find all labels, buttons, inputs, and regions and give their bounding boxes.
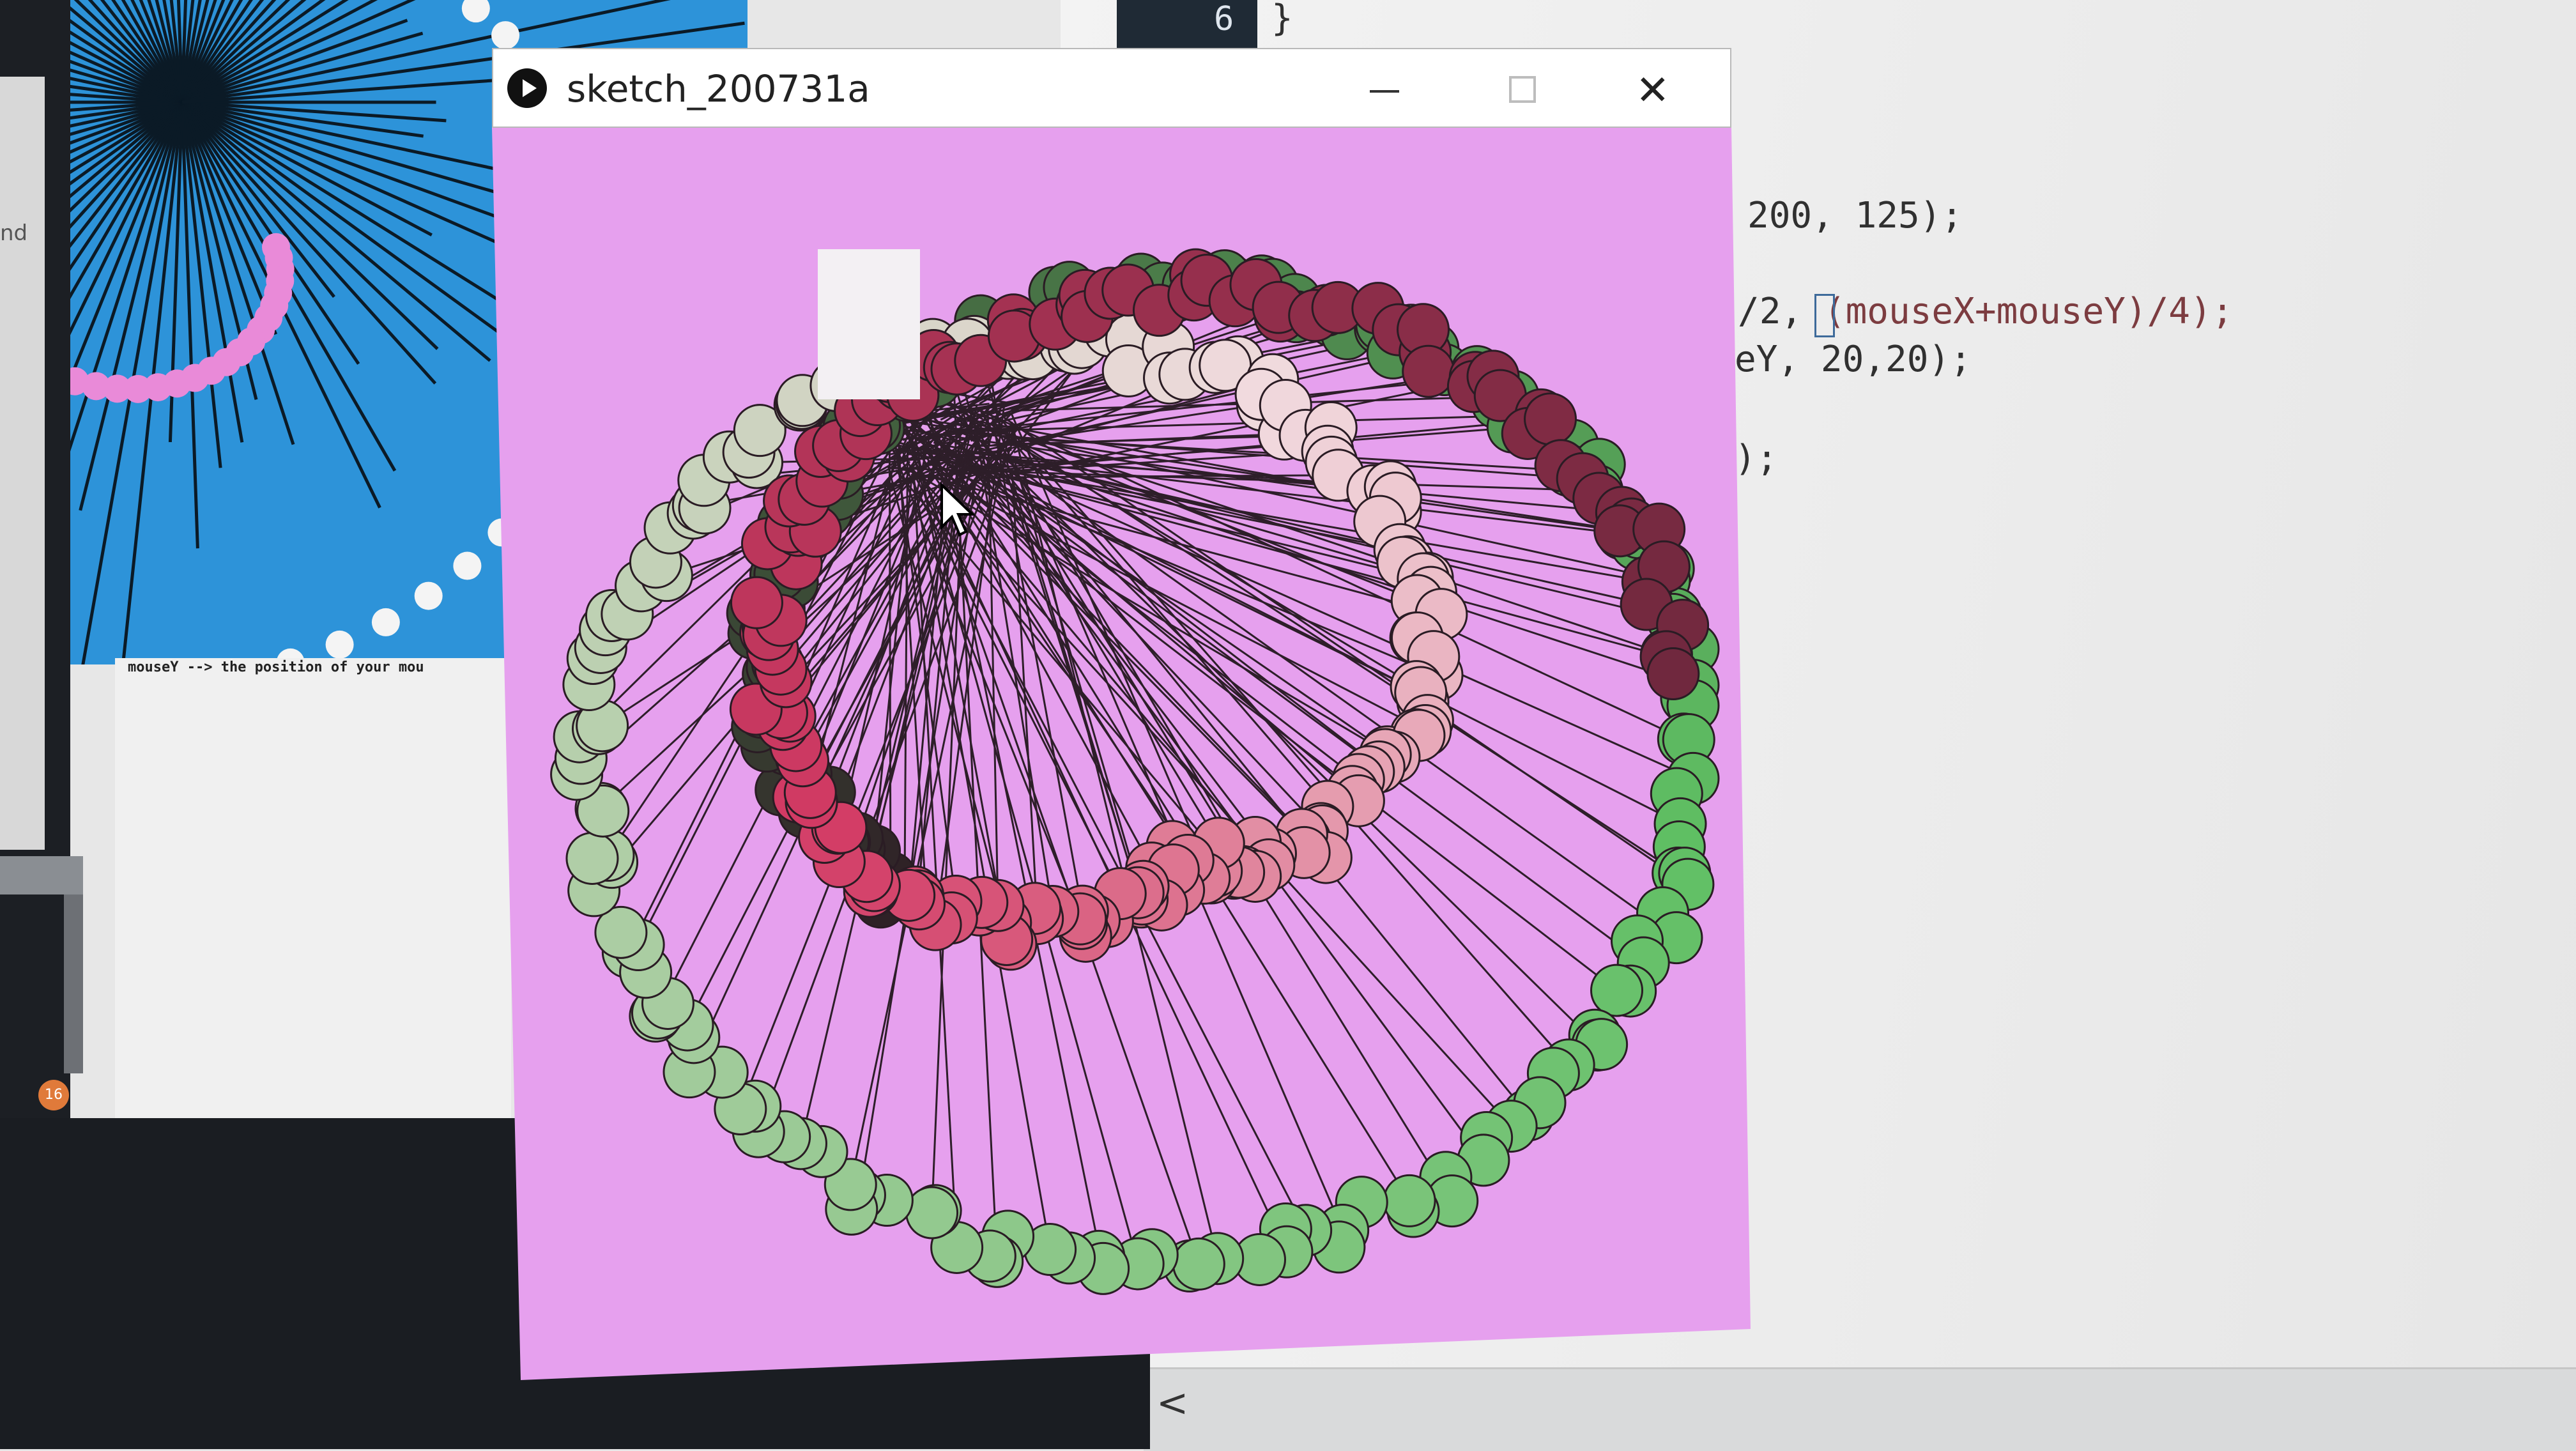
window-title: sketch_200731a [567, 67, 870, 111]
code-line-6[interactable]: } [1271, 0, 1293, 39]
sketch-canvas[interactable] [492, 128, 1751, 1380]
white-rectangle [818, 249, 920, 399]
close-button[interactable]: ✕ [1592, 49, 1720, 129]
editor-line-gutter [1117, 0, 1257, 48]
maximize-icon [1509, 76, 1536, 103]
code-line-b-args: (mouseX+mouseY)/4); [1823, 291, 2234, 332]
code-line-b-prefix: /2, [1738, 291, 1824, 332]
side-scrollbar[interactable] [64, 894, 83, 1073]
console-panel: mouseY --> the position of your mou [115, 658, 511, 1118]
close-icon: ✕ [1636, 67, 1670, 114]
mouse-pointer-icon [940, 482, 976, 537]
code-line-c[interactable]: eY, 20,20); [1735, 339, 1972, 380]
sketch-drawing [550, 248, 1720, 1295]
side-label: nd [0, 220, 28, 246]
maximize-button[interactable] [1458, 49, 1586, 129]
side-toolbar [0, 856, 83, 894]
minimize-button[interactable] [1317, 49, 1445, 129]
code-line-a[interactable]: 200, 125); [1747, 195, 1963, 236]
play-icon [507, 68, 547, 108]
text-cursor [1814, 294, 1835, 337]
minimize-icon [1370, 90, 1399, 93]
code-line-b[interactable]: /2, (mouseX+mouseY)/4); [1738, 291, 2233, 332]
code-line-d[interactable]: ); [1735, 438, 1777, 479]
line-number: 6 [1214, 0, 1234, 38]
notification-badge: 16 [38, 1080, 69, 1110]
window-titlebar[interactable]: sketch_200731a ✕ [492, 48, 1731, 128]
console-text: mouseY --> the position of your mou [128, 659, 424, 675]
chevron-left-icon[interactable]: < [1156, 1381, 1188, 1425]
editor-side-panel [0, 77, 45, 850]
sketch-window[interactable]: sketch_200731a ✕ [492, 48, 1751, 1380]
